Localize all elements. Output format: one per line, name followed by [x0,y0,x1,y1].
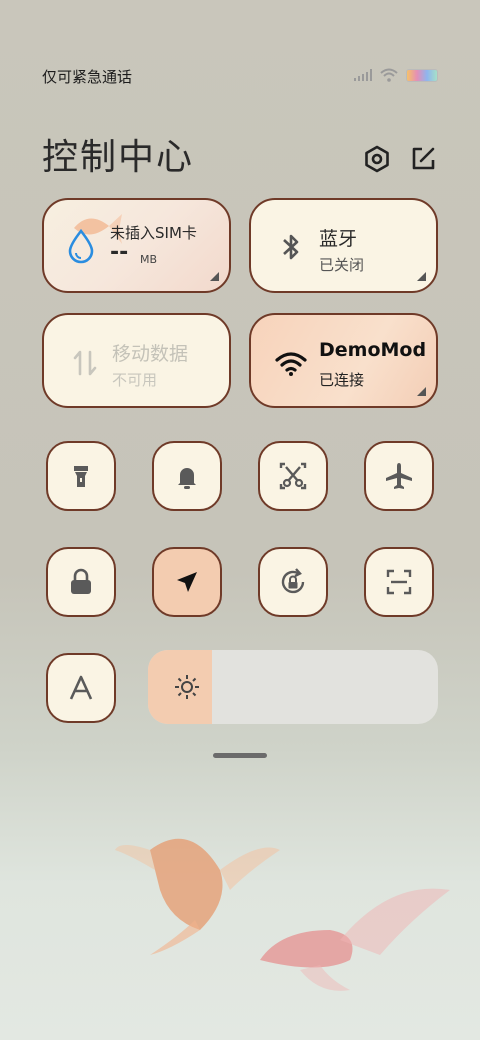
rotation-lock-toggle[interactable] [258,547,328,617]
scan-toggle[interactable] [364,547,434,617]
expand-corner-icon [417,387,426,396]
battery-icon [406,68,438,82]
location-arrow-icon [177,572,197,592]
flashlight-icon [74,466,88,487]
bluetooth-title: 蓝牙 [319,228,358,250]
signal-icon [354,69,372,81]
mobile-data-title: 移动数据 [112,343,189,365]
data-arrows-icon [73,350,97,376]
wifi-network-name: DemoMod [319,339,427,361]
rotation-lock-icon [281,568,305,594]
bell-icon [178,468,196,489]
flashlight-toggle[interactable] [46,441,116,511]
expand-corner-icon [417,272,426,281]
lock-toggle[interactable] [46,547,116,617]
drag-handle[interactable] [213,753,267,758]
expand-corner-icon [210,272,219,281]
bluetooth-icon [283,234,299,260]
wifi-status-icon [380,68,398,82]
airplane-toggle[interactable] [364,441,434,511]
bell-toggle[interactable] [152,441,222,511]
wifi-icon [275,352,307,376]
sun-icon [175,675,199,699]
goldfish-decoration [260,888,450,991]
page-title: 控制中心 [42,137,195,178]
hexagon-settings-icon[interactable] [362,144,392,174]
letter-a-icon [69,675,93,700]
mobile-data-status: 不可用 [112,371,158,389]
status-bar: 仅可紧急通话 [42,66,438,88]
status-icons [354,68,438,82]
edit-icon[interactable] [408,144,438,174]
wifi-tile[interactable]: DemoMod 已连接 [249,313,438,408]
bluetooth-status: 已关闭 [319,256,365,274]
sim-data-tile[interactable]: 未插入SIM卡 -- MB [42,198,231,293]
water-drop-icon [68,228,94,264]
location-toggle[interactable] [152,547,222,617]
airplane-icon [386,463,412,489]
scissors-screenshot-icon [279,462,307,490]
reading-mode-toggle[interactable] [46,653,116,723]
lock-icon [71,568,91,594]
mobile-data-tile[interactable]: 移动数据 不可用 [42,313,231,408]
screenshot-toggle[interactable] [258,441,328,511]
data-usage-value: -- [110,240,129,265]
carrier-text: 仅可紧急通话 [42,68,133,86]
wifi-status: 已连接 [319,371,365,389]
scan-icon [386,569,412,595]
bluetooth-tile[interactable]: 蓝牙 已关闭 [249,198,438,293]
brightness-slider[interactable] [148,650,438,724]
data-usage-unit: MB [140,253,158,266]
